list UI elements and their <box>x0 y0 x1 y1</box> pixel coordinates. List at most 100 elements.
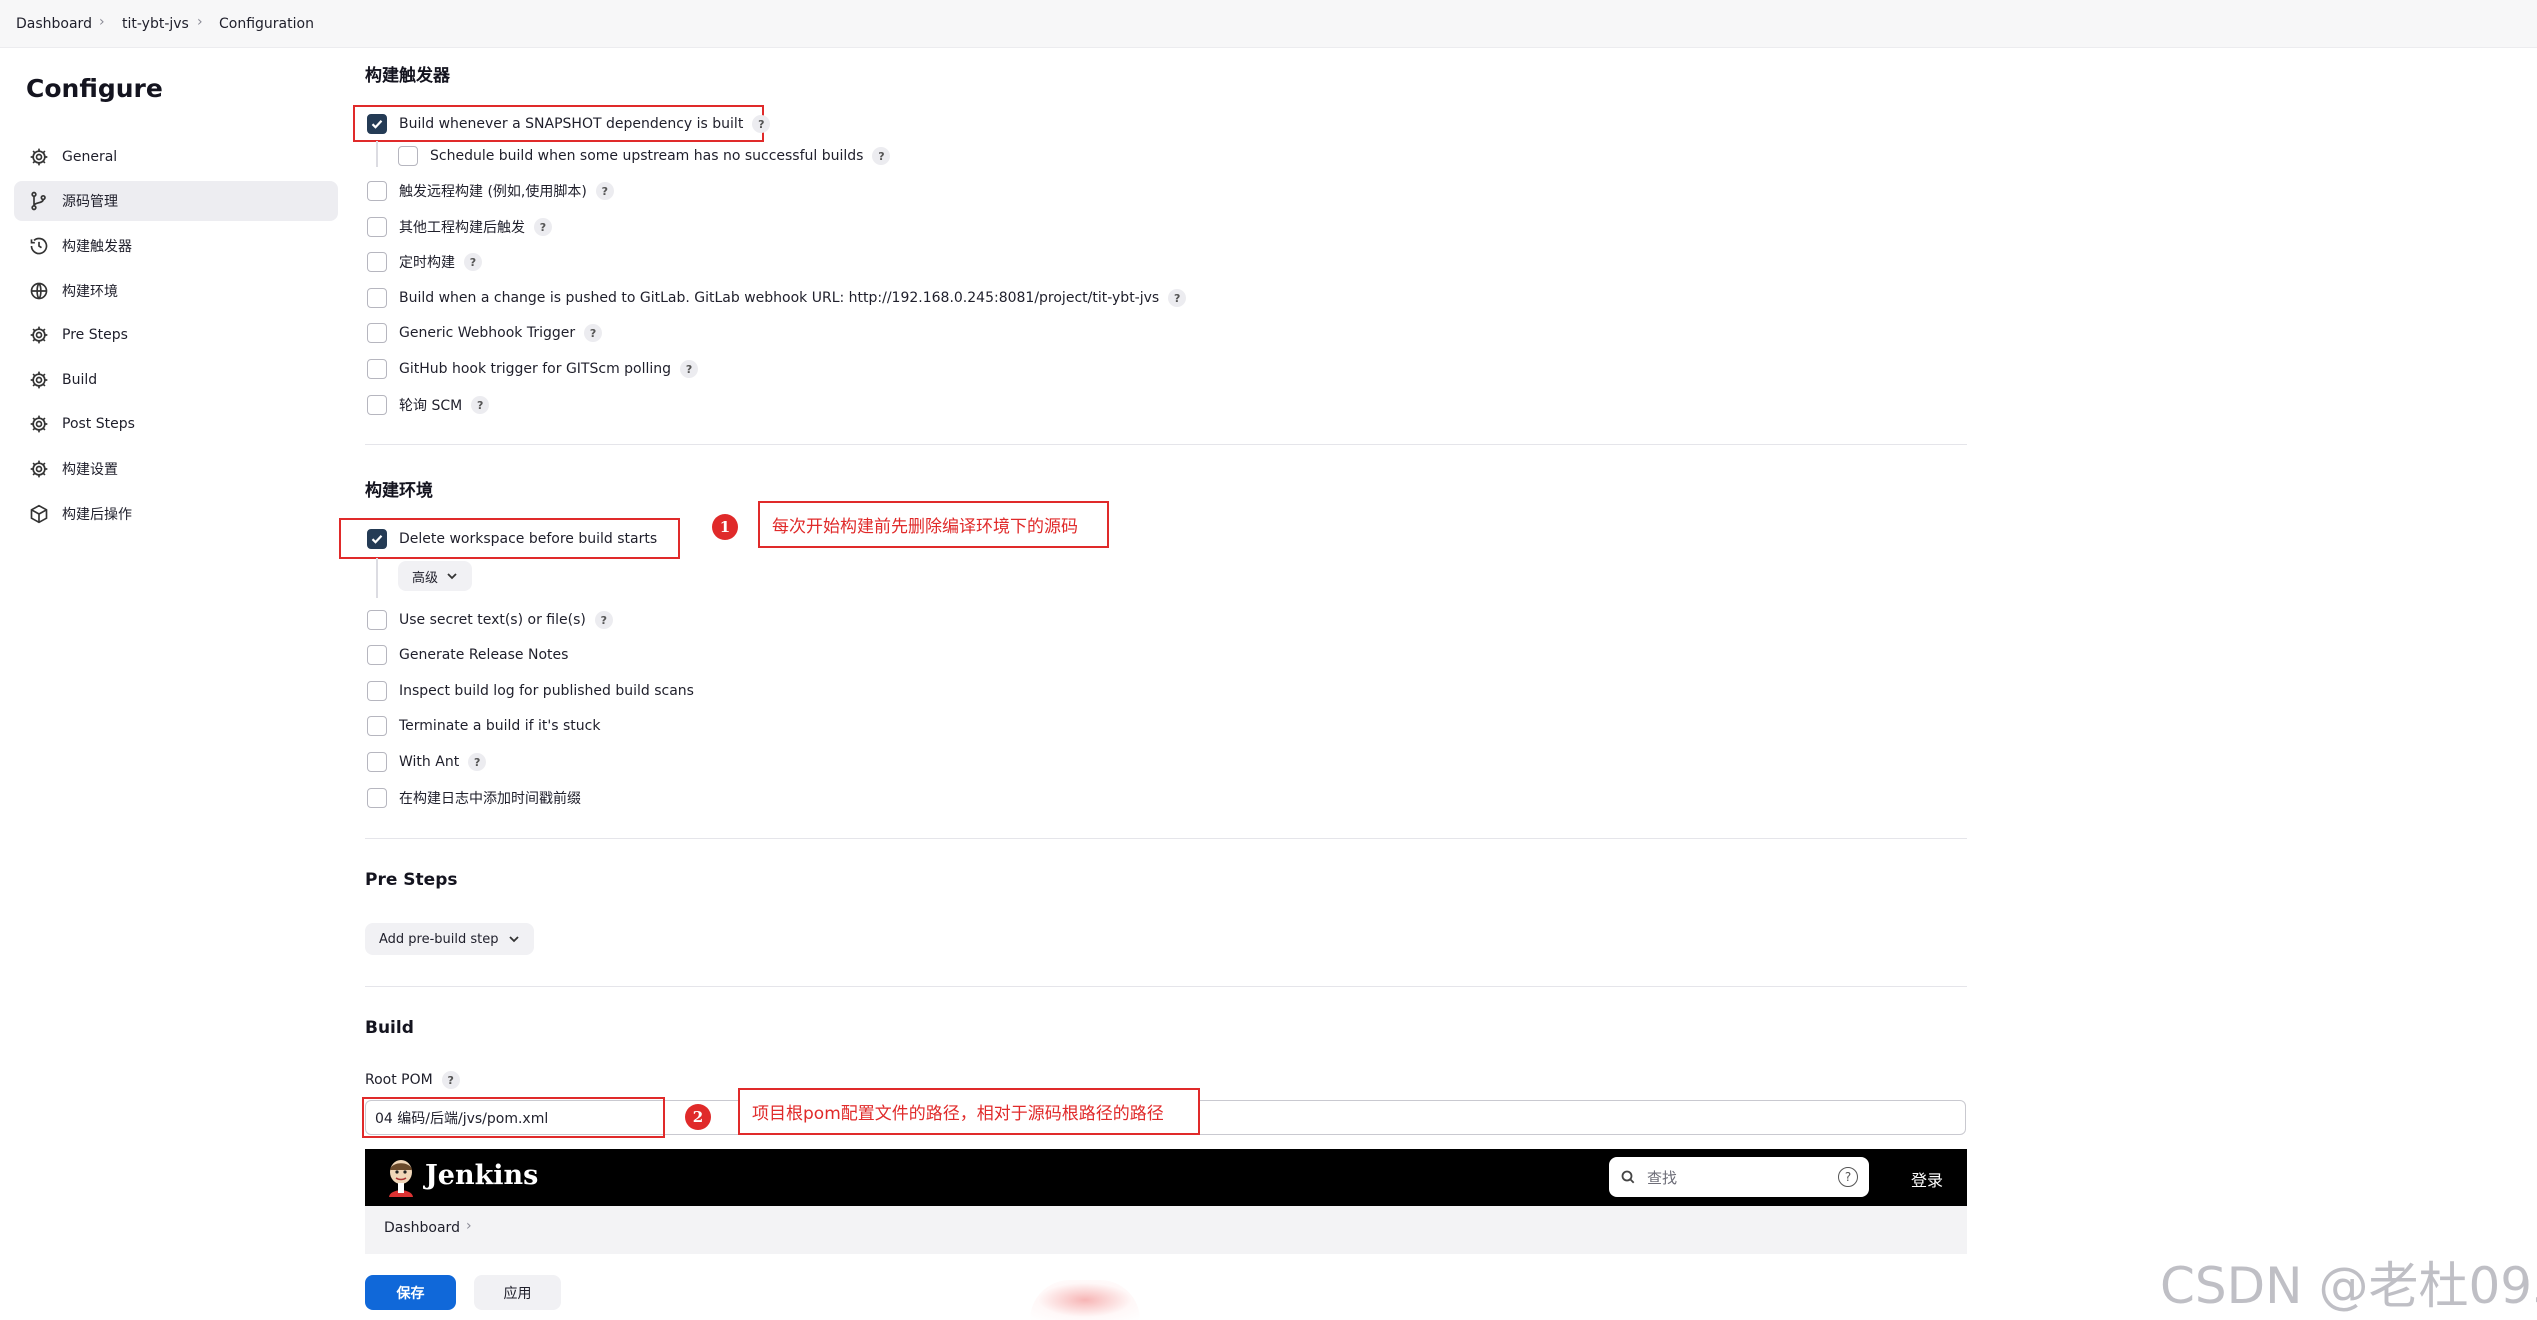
help-icon[interactable]: ? <box>872 147 891 165</box>
option-github-hook[interactable]: GitHub hook trigger for GITScm polling ? <box>367 357 699 381</box>
checkbox-checked[interactable] <box>367 114 387 134</box>
add-pre-build-step-button[interactable]: Add pre-build step <box>365 923 534 955</box>
sidebar-item-label: 源码管理 <box>62 194 118 210</box>
branch-icon <box>28 190 50 212</box>
option-label: Delete workspace before build starts <box>399 531 658 547</box>
sidebar-item-environment[interactable]: 构建环境 <box>14 271 338 311</box>
sidebar-item-scm[interactable]: 源码管理 <box>14 181 338 221</box>
sidebar-item-build[interactable]: Build <box>14 360 338 400</box>
jenkins-header: Jenkins 查找 ? 登录 <box>365 1149 1967 1206</box>
sidebar-item-label: Pre Steps <box>62 327 128 343</box>
jenkins-breadcrumb-dashboard[interactable]: Dashboard <box>384 1220 460 1236</box>
sidebar-item-label: General <box>62 149 118 165</box>
breadcrumb-project[interactable]: tit-ybt-jvs <box>122 16 189 32</box>
annotation-number-1: 1 <box>712 514 738 540</box>
option-terminate-stuck[interactable]: Terminate a build if it's stuck <box>367 714 600 738</box>
help-icon[interactable]: ? <box>594 611 613 629</box>
help-icon[interactable]: ? <box>471 396 490 414</box>
help-icon[interactable]: ? <box>752 115 771 133</box>
advanced-dropdown-button[interactable]: 高级 <box>398 561 473 591</box>
apply-button[interactable]: 应用 <box>474 1275 561 1310</box>
advanced-label: 高级 <box>412 570 439 586</box>
section-title-triggers: 构建触发器 <box>365 66 450 86</box>
sidebar-title: Configure <box>26 74 163 103</box>
sidebar-item-label: Post Steps <box>62 416 135 432</box>
option-delete-workspace[interactable]: Delete workspace before build starts <box>367 527 657 551</box>
option-label: Build when a change is pushed to GitLab.… <box>399 290 1160 306</box>
chevron-down-icon <box>508 933 520 945</box>
checkbox[interactable] <box>398 146 418 166</box>
help-icon[interactable]: ? <box>441 1071 460 1089</box>
nested-indent-line <box>376 558 378 598</box>
watermark: CSDN @老杜095 <box>2160 1257 2537 1315</box>
breadcrumb-bar: Dashboard › tit-ybt-jvs › Configuration <box>0 0 2537 48</box>
option-release-notes[interactable]: Generate Release Notes <box>367 643 568 667</box>
checkbox[interactable] <box>367 716 387 736</box>
section-divider <box>365 838 1967 839</box>
checkbox[interactable] <box>367 788 387 808</box>
checkbox[interactable] <box>367 645 387 665</box>
option-label: 轮询 SCM <box>399 398 463 414</box>
help-icon[interactable]: ? <box>468 753 487 771</box>
option-snapshot-dependency[interactable]: Build whenever a SNAPSHOT dependency is … <box>367 112 771 136</box>
help-icon[interactable]: ? <box>1838 1167 1858 1187</box>
sidebar-item-post-build[interactable]: 构建后操作 <box>14 494 338 534</box>
sidebar-item-pre-steps[interactable]: Pre Steps <box>14 315 338 355</box>
checkbox[interactable] <box>367 217 387 237</box>
sidebar-item-general[interactable]: General <box>14 137 338 177</box>
save-button[interactable]: 保存 <box>365 1275 456 1310</box>
jenkins-logo-icon <box>384 1157 418 1201</box>
section-divider <box>365 444 1967 445</box>
decorative-blob <box>1030 1280 1140 1320</box>
option-inspect-build-log[interactable]: Inspect build log for published build sc… <box>367 679 694 703</box>
breadcrumb-dashboard[interactable]: Dashboard <box>16 16 92 32</box>
sidebar-item-triggers[interactable]: 构建触发器 <box>14 226 338 266</box>
option-label: GitHub hook trigger for GITScm polling <box>399 361 672 377</box>
section-title-environment: 构建环境 <box>365 481 433 501</box>
jenkins-brand[interactable]: Jenkins <box>425 1160 538 1191</box>
checkbox[interactable] <box>367 323 387 343</box>
option-remote-trigger[interactable]: 触发远程构建 (例如,使用脚本) ? <box>367 179 614 203</box>
help-icon[interactable]: ? <box>464 253 482 271</box>
option-schedule-upstream[interactable]: Schedule build when some upstream has no… <box>398 144 891 168</box>
chevron-right-icon: › <box>466 1218 472 1234</box>
gear-icon <box>28 369 50 391</box>
option-label: Generic Webhook Trigger <box>399 325 576 341</box>
root-pom-label: Root POM <box>365 1072 433 1088</box>
checkbox-checked[interactable] <box>367 529 387 549</box>
checkbox[interactable] <box>367 181 387 201</box>
checkbox[interactable] <box>367 252 387 272</box>
sidebar-item-label: Build <box>62 372 98 388</box>
login-link[interactable]: 登录 <box>1911 1167 1943 1191</box>
option-label: With Ant <box>399 754 460 770</box>
option-poll-scm[interactable]: 轮询 SCM ? <box>367 393 490 417</box>
option-after-other-projects[interactable]: 其他工程构建后触发 ? <box>367 215 552 239</box>
checkbox[interactable] <box>367 288 387 308</box>
checkbox[interactable] <box>367 359 387 379</box>
option-timestamp-prefix[interactable]: 在构建日志中添加时间戳前缀 <box>367 786 581 810</box>
option-periodic-build[interactable]: 定时构建 ? <box>367 250 482 274</box>
sidebar-item-build-settings[interactable]: 构建设置 <box>14 449 338 489</box>
option-gitlab-push[interactable]: Build when a change is pushed to GitLab.… <box>367 286 1187 310</box>
option-secret-text[interactable]: Use secret text(s) or file(s) ? <box>367 608 613 632</box>
help-icon[interactable]: ? <box>680 360 699 378</box>
sidebar-item-post-steps[interactable]: Post Steps <box>14 404 338 444</box>
root-pom-label-row: Root POM ? <box>365 1068 460 1092</box>
checkbox[interactable] <box>367 610 387 630</box>
help-icon[interactable]: ? <box>584 324 603 342</box>
checkbox[interactable] <box>367 752 387 772</box>
clock-icon <box>28 235 50 257</box>
gear-icon <box>28 458 50 480</box>
sidebar-item-label: 构建设置 <box>62 462 118 478</box>
jenkins-search-input[interactable]: 查找 ? <box>1609 1157 1869 1197</box>
option-generic-webhook[interactable]: Generic Webhook Trigger ? <box>367 321 603 345</box>
option-with-ant[interactable]: With Ant ? <box>367 750 487 774</box>
checkbox[interactable] <box>367 681 387 701</box>
help-icon[interactable]: ? <box>534 218 552 236</box>
annotation-number-2: 2 <box>685 1104 711 1130</box>
search-placeholder: 查找 <box>1647 1168 1678 1187</box>
help-icon[interactable]: ? <box>1168 289 1187 307</box>
checkbox[interactable] <box>367 395 387 415</box>
help-icon[interactable]: ? <box>595 182 614 200</box>
highlight-box <box>362 1097 665 1138</box>
